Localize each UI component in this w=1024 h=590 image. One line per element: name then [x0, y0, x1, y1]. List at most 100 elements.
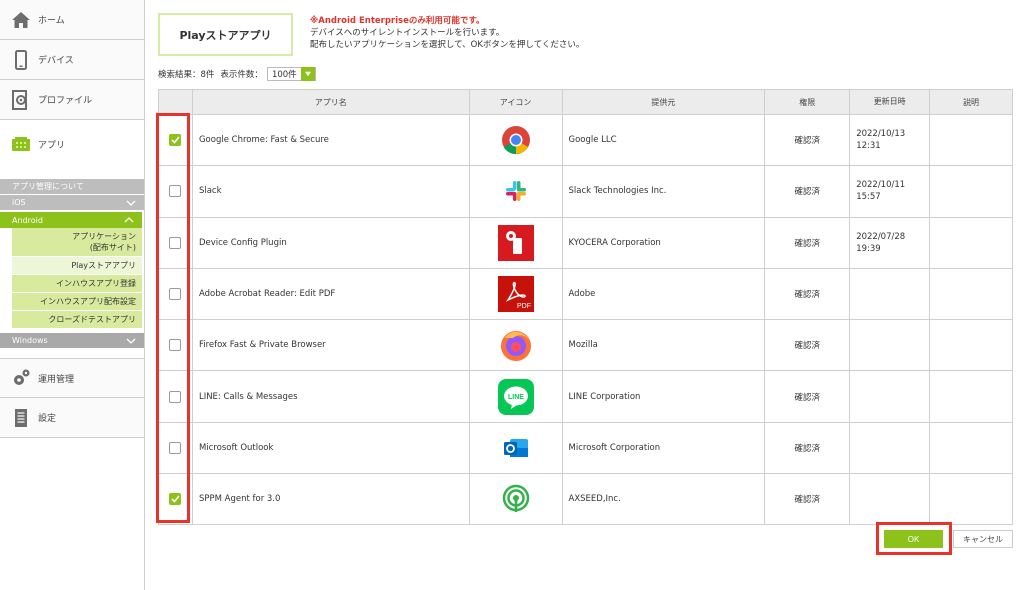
nav-operation[interactable]: 運用管理	[0, 358, 144, 398]
table-header: アプリ名 アイコン 提供元 権限 更新日時 説明	[159, 90, 1014, 115]
app-permission: 確認済	[765, 115, 851, 167]
updated-time: 12:31	[856, 141, 881, 152]
sidebar-item-inhouse-register[interactable]: インハウスアプリ登録	[12, 275, 142, 293]
table-row[interactable]: Slack Slack Technologies Inc. 確認済 2022/10/1…	[159, 166, 1013, 218]
app-provider: Microsoft Corporation	[562, 422, 766, 475]
nav-home[interactable]: ホーム	[0, 0, 144, 40]
nav-settings-label: 設定	[38, 414, 57, 424]
chevron-down-icon	[126, 338, 136, 344]
document-icon	[10, 407, 32, 429]
app-icon-cell	[469, 422, 563, 475]
table-row[interactable]: Microsoft Outlook Microsoft Corporation 確認…	[159, 422, 1013, 475]
app-updated: 2022/07/28 19:39	[850, 217, 931, 269]
app-icon-cell: LINE	[469, 371, 563, 423]
table-row[interactable]: Adobe Acrobat Reader: Edit PDF PDF Adobe 確認…	[159, 268, 1013, 321]
app-provider: Slack Technologies Inc.	[562, 166, 766, 218]
header-permission[interactable]: 権限	[765, 90, 851, 115]
dropdown-arrow-icon	[300, 67, 315, 81]
app-name: Adobe Acrobat Reader: Edit PDF	[192, 268, 470, 321]
header-updated[interactable]: 更新日時	[850, 90, 931, 115]
app-icon-cell	[469, 320, 563, 372]
app-updated	[850, 371, 931, 423]
app-name: Microsoft Outlook	[192, 422, 470, 475]
app-name: SPPM Agent for 3.0	[192, 474, 470, 526]
app-icon-cell	[469, 474, 563, 526]
table-row[interactable]: Google Chrome: Fast & Secure Google LLC 確認…	[159, 115, 1013, 167]
sidebar-item-playstore[interactable]: Playストアアプリ	[12, 257, 142, 275]
windows-section[interactable]: Windows	[0, 332, 144, 348]
app-description	[930, 166, 1013, 218]
nav-profile[interactable]: プロファイル	[0, 80, 144, 120]
android-section[interactable]: Android	[0, 212, 142, 228]
app-description	[930, 474, 1013, 526]
app-provider: AXSEED,Inc.	[562, 474, 766, 526]
sidebar-item-inhouse-distribute[interactable]: インハウスアプリ配布設定	[12, 293, 142, 311]
table-row[interactable]: Firefox Fast & Private Browser Mozilla 確認済	[159, 320, 1013, 372]
nav-settings[interactable]: 設定	[0, 398, 144, 438]
acrobat-icon: PDF	[497, 276, 534, 313]
sidebar-item-app-distribution[interactable]: アプリケーション (配布サイト)	[12, 228, 142, 257]
sppm-icon	[498, 481, 534, 517]
app-icon-cell: PDF	[469, 268, 563, 321]
home-icon	[10, 9, 32, 31]
app-name: Device Config Plugin	[192, 217, 470, 269]
sidebar-item-closed-test[interactable]: クローズドテストアプリ	[12, 311, 142, 329]
phone-icon	[10, 49, 32, 71]
app-provider: LINE Corporation	[562, 371, 766, 423]
app-description	[930, 422, 1013, 475]
updated-time: 19:39	[856, 243, 881, 254]
gears-icon	[10, 367, 32, 389]
app-updated: 2022/10/13 12:31	[850, 115, 931, 167]
updated-date: 2022/07/28	[856, 231, 906, 242]
app-permission: 確認済	[765, 217, 851, 269]
notice-line-2: 配布したいアプリケーションを選択して、OKボタンを押してください。	[310, 40, 585, 50]
table-row[interactable]: SPPM Agent for 3.0 AXSEED,Inc. 確認済	[159, 474, 1013, 526]
nav-device[interactable]: デバイス	[0, 40, 144, 80]
app-description	[930, 268, 1013, 321]
app-provider: Adobe	[562, 268, 766, 321]
notice-line-1: デバイスへのサイレントインストールを行います。	[310, 28, 505, 38]
cancel-button[interactable]: キャンセル	[953, 530, 1013, 548]
app-table: アプリ名 アイコン 提供元 権限 更新日時 説明 Google Chrome: …	[158, 89, 1014, 526]
app-permission: 確認済	[765, 268, 851, 321]
app-permission: 確認済	[765, 166, 851, 218]
ok-button[interactable]: OK	[884, 530, 943, 548]
app-icon	[10, 133, 32, 155]
outlook-icon	[498, 430, 534, 466]
android-submenu: アプリケーション (配布サイト) Playストアアプリ インハウスアプリ登録 イ…	[12, 228, 142, 329]
line-icon: LINE	[497, 378, 534, 415]
app-icon-cell	[469, 217, 563, 269]
nav-device-label: デバイス	[38, 56, 74, 66]
warning-text: ※Android Enterpriseのみ利用可能です。	[310, 16, 485, 26]
notice-text: ※Android Enterpriseのみ利用可能です。 デバイスへのサイレント…	[310, 15, 584, 51]
table-row[interactable]: LINE: Calls & Messages LINE LINE Corporati…	[159, 371, 1013, 423]
display-count-select[interactable]: 100件	[266, 67, 316, 81]
header-provider[interactable]: 提供元	[562, 90, 766, 115]
app-updated	[850, 422, 931, 475]
svg-text:LINE: LINE	[508, 394, 524, 401]
chevron-up-icon	[124, 217, 134, 223]
nav-app[interactable]: アプリ	[0, 120, 144, 168]
app-about-link[interactable]: アプリ管理について	[0, 178, 144, 194]
nav-operation-label: 運用管理	[38, 374, 75, 385]
app-icon-cell	[469, 115, 563, 167]
page-title: Playストアアプリ	[158, 13, 293, 56]
app-description	[930, 320, 1013, 372]
chevron-down-icon	[126, 200, 136, 206]
header-icon: アイコン	[469, 90, 563, 115]
app-permission: 確認済	[765, 371, 851, 423]
ios-section[interactable]: iOS	[0, 194, 144, 210]
app-provider: KYOCERA Corporation	[562, 217, 766, 269]
header-app-name[interactable]: アプリ名	[192, 90, 470, 115]
app-name: Google Chrome: Fast & Secure	[192, 115, 470, 167]
checkbox-highlight	[156, 113, 190, 523]
display-count-value: 100件	[271, 70, 297, 80]
chrome-icon	[498, 122, 534, 158]
app-updated	[850, 268, 931, 321]
app-name: Firefox Fast & Private Browser	[192, 320, 470, 372]
app-icon-cell	[469, 166, 563, 218]
app-updated	[850, 474, 931, 526]
table-row[interactable]: Device Config Plugin KYOCERA Corporation 確…	[159, 217, 1013, 269]
main-content: Playストアアプリ ※Android Enterpriseのみ利用可能です。 …	[145, 0, 1024, 590]
app-description	[930, 371, 1013, 423]
